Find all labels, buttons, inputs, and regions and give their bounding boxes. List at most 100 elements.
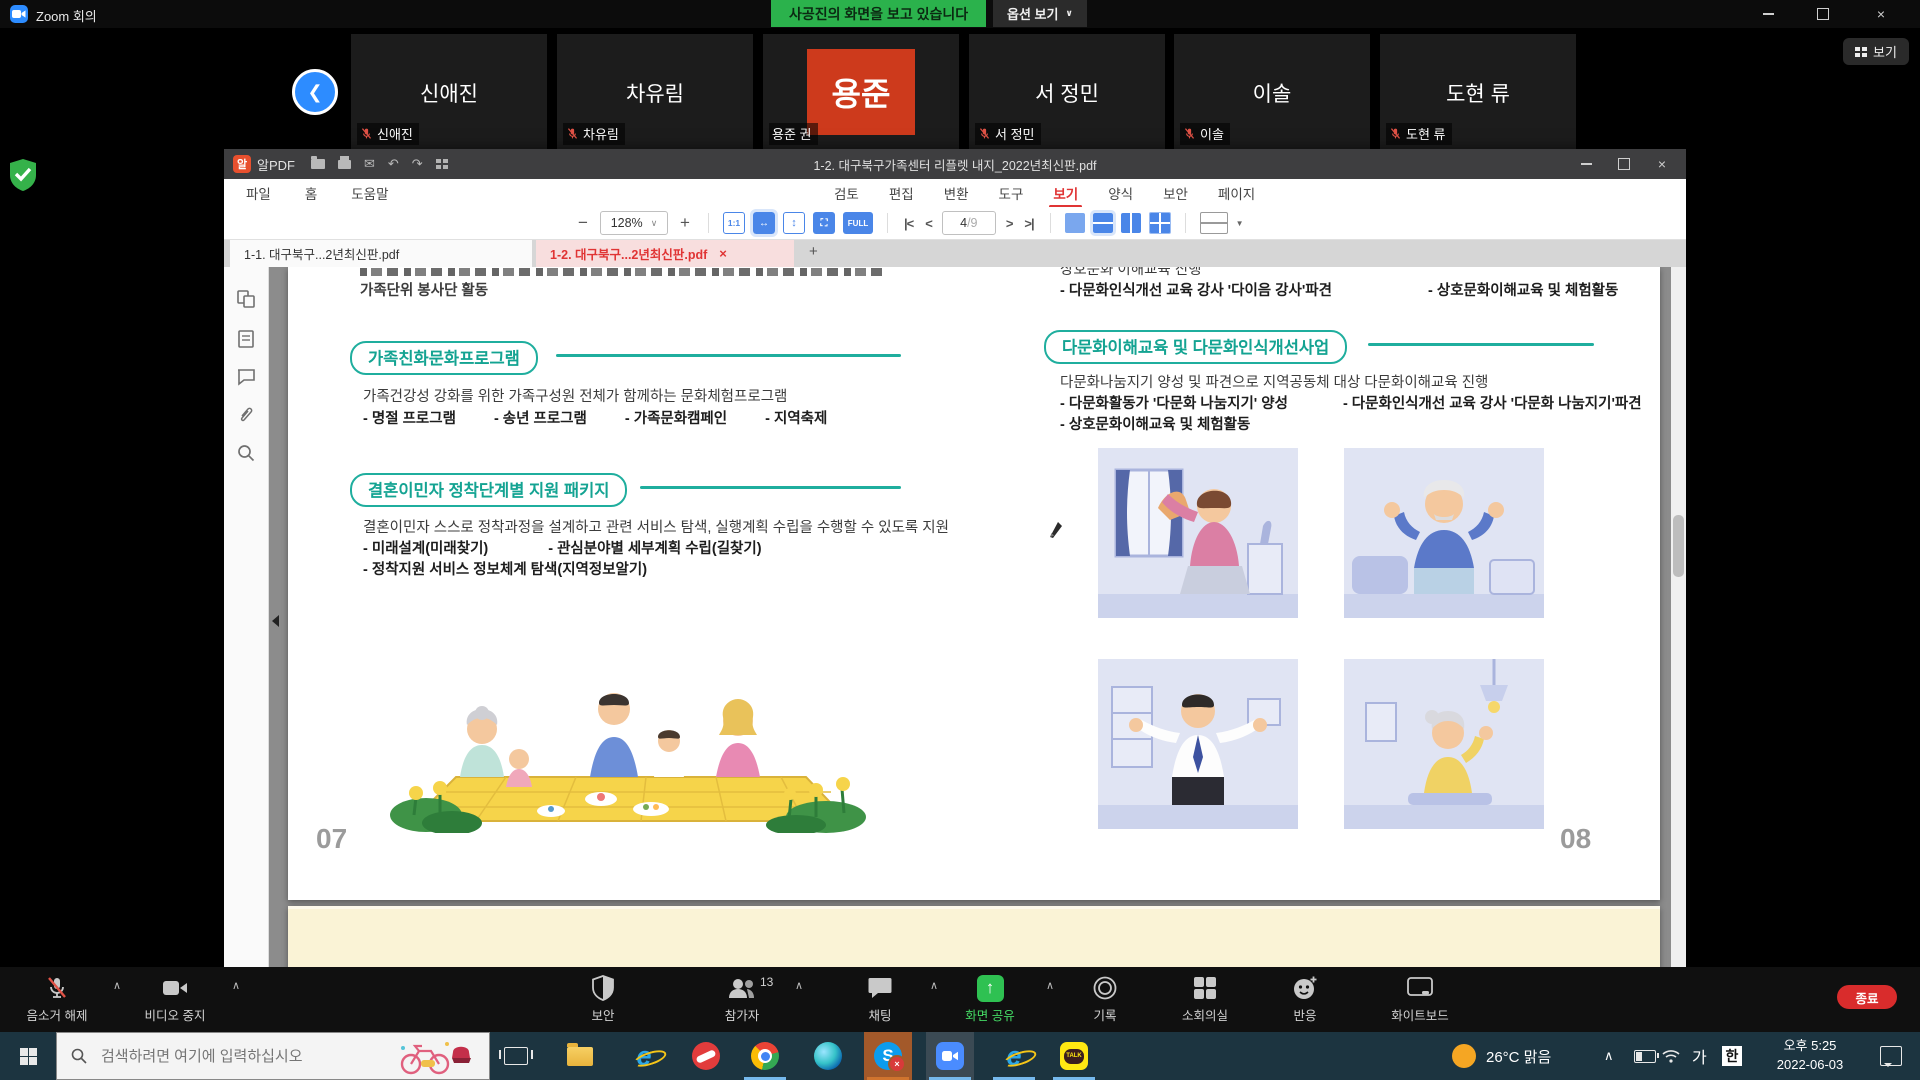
skype-button[interactable]: S×	[864, 1032, 912, 1080]
menu-help[interactable]: 도움말	[349, 183, 390, 203]
close-button[interactable]: ×	[1858, 0, 1904, 28]
next-page-button[interactable]: >	[1004, 216, 1015, 231]
menu-edit[interactable]: 편집	[887, 183, 916, 203]
redo-icon[interactable]: ↷	[412, 156, 423, 172]
share-screen-button[interactable]: ↑ 화면 공유	[942, 973, 1038, 1027]
unmute-button[interactable]: 음소거 해제	[9, 973, 105, 1027]
antivirus-button[interactable]	[682, 1032, 730, 1080]
taskbar-search[interactable]	[56, 1032, 490, 1080]
pdf-minimize-button[interactable]	[1566, 149, 1606, 179]
breakout-rooms-button[interactable]: 소회의실	[1157, 973, 1253, 1027]
pdf-titlebar[interactable]: 알 알PDF ✉ ↶ ↷ 1-2. 대구북구가족센터 리플렛 내지_2022년최…	[224, 149, 1686, 179]
scrollbar-thumb[interactable]	[1673, 515, 1684, 577]
fit-page-button[interactable]: ⛶	[813, 212, 835, 234]
pdf-maximize-button[interactable]	[1604, 149, 1644, 179]
document-tab-active[interactable]: 1-2. 대구북구...2년최신판.pdf ×	[536, 240, 794, 267]
two-page-view-button[interactable]	[1121, 213, 1141, 233]
participant-tile[interactable]: 차유림 차유림	[557, 34, 753, 149]
menu-security[interactable]: 보안	[1161, 183, 1190, 203]
menu-tools[interactable]: 도구	[997, 183, 1026, 203]
network-tray-icon[interactable]	[1662, 1032, 1680, 1080]
internet-explorer-2-button[interactable]: e	[990, 1032, 1038, 1080]
participants-options-chevron[interactable]: ∧	[795, 979, 803, 992]
chrome-button[interactable]	[741, 1032, 789, 1080]
participant-tile[interactable]: 도현 류 도현 류	[1380, 34, 1576, 149]
ime-language-indicator[interactable]: 한	[1722, 1032, 1742, 1080]
kakaotalk-button[interactable]: TALK	[1050, 1032, 1098, 1080]
prev-page-button[interactable]: <	[923, 216, 934, 231]
search-input[interactable]	[99, 1047, 393, 1066]
maximize-button[interactable]	[1800, 0, 1846, 28]
whiteboard-button[interactable]: 화이트보드	[1365, 973, 1475, 1027]
comments-panel-icon[interactable]	[236, 367, 256, 387]
clock-tray-item[interactable]: 오후 5:252022-06-03	[1762, 1032, 1858, 1080]
stop-video-button[interactable]: 비디오 중지	[127, 973, 223, 1027]
menu-view[interactable]: 보기	[1051, 183, 1080, 203]
mic-options-chevron[interactable]: ∧	[113, 979, 121, 992]
reactions-button[interactable]: 반응	[1257, 973, 1353, 1027]
apps-icon[interactable]	[436, 159, 448, 169]
page-number-input[interactable]: 4/9	[942, 211, 996, 235]
gallery-view-button[interactable]: 보기	[1843, 38, 1909, 65]
end-meeting-button[interactable]: 종료	[1837, 985, 1897, 1009]
weather-tray-item[interactable]: 26°C 맑음	[1452, 1032, 1551, 1080]
collapse-strip-button[interactable]: ❮	[292, 69, 338, 115]
task-view-button[interactable]	[492, 1032, 540, 1080]
continuous-view-button[interactable]	[1093, 213, 1113, 233]
zoom-out-button[interactable]: −	[574, 213, 592, 233]
thumbnails-panel-icon[interactable]	[236, 289, 256, 309]
ime-mode-indicator[interactable]: 가	[1692, 1032, 1707, 1080]
menu-pages[interactable]: 페이지	[1216, 183, 1257, 203]
vertical-scrollbar[interactable]	[1671, 267, 1686, 967]
menu-review[interactable]: 검토	[832, 183, 861, 203]
share-options-chevron[interactable]: ∧	[1046, 979, 1054, 992]
open-file-icon[interactable]	[311, 159, 325, 169]
battery-tray-icon[interactable]	[1634, 1032, 1656, 1080]
participant-tile[interactable]: 신애진 신애진	[351, 34, 547, 149]
view-options-button[interactable]: 옵션 보기∨	[993, 0, 1087, 27]
collapse-sidebar-arrow[interactable]	[272, 615, 279, 627]
new-tab-button[interactable]: +	[809, 243, 818, 260]
last-page-button[interactable]: >|	[1022, 216, 1035, 231]
video-options-chevron[interactable]: ∧	[232, 979, 240, 992]
edge-button[interactable]	[804, 1032, 852, 1080]
chat-button[interactable]: 채팅	[832, 973, 928, 1027]
show-hidden-icons[interactable]: ∧	[1604, 1032, 1614, 1080]
record-button[interactable]: 기록	[1057, 973, 1153, 1027]
search-panel-icon[interactable]	[236, 443, 256, 463]
pdf-close-button[interactable]: ×	[1642, 149, 1682, 179]
mail-icon[interactable]: ✉	[364, 156, 375, 172]
security-button[interactable]: 보안	[555, 973, 651, 1027]
action-center-button[interactable]	[1880, 1032, 1902, 1080]
participants-button[interactable]: 참가자 13	[694, 973, 790, 1027]
undo-icon[interactable]: ↶	[388, 156, 399, 172]
grid-view-button[interactable]	[1149, 212, 1171, 234]
attachments-panel-icon[interactable]	[236, 405, 256, 425]
fit-width-button[interactable]: ↔	[753, 212, 775, 234]
minimize-button[interactable]	[1745, 0, 1791, 28]
internet-explorer-button[interactable]: e	[620, 1032, 668, 1080]
menu-convert[interactable]: 변환	[942, 183, 971, 203]
participant-tile[interactable]: 용준 용준 권	[763, 34, 959, 149]
chat-options-chevron[interactable]: ∧	[930, 979, 938, 992]
single-page-view-button[interactable]	[1065, 213, 1085, 233]
start-button[interactable]	[0, 1032, 56, 1080]
zoom-level-select[interactable]: 128%∨	[600, 211, 668, 235]
document-tab[interactable]: 1-1. 대구북구...2년최신판.pdf	[230, 240, 532, 267]
participant-tile[interactable]: 이솔 이솔	[1174, 34, 1370, 149]
participant-tile[interactable]: 서 정민 서 정민	[969, 34, 1165, 149]
actual-size-button[interactable]: 1:1	[723, 212, 745, 234]
zoom-app-button[interactable]	[926, 1032, 974, 1080]
fit-height-button[interactable]: ↕	[783, 212, 805, 234]
menu-forms[interactable]: 양식	[1106, 183, 1135, 203]
first-page-button[interactable]: |<	[902, 216, 915, 231]
zoom-in-button[interactable]: +	[676, 213, 694, 233]
menu-home[interactable]: 홈	[303, 183, 319, 203]
file-explorer-button[interactable]	[556, 1032, 604, 1080]
menu-file[interactable]: 파일	[244, 183, 273, 203]
tab-close-icon[interactable]: ×	[719, 246, 727, 261]
print-icon[interactable]	[338, 160, 351, 169]
layout-options-button[interactable]	[1200, 212, 1228, 234]
bookmarks-panel-icon[interactable]	[236, 329, 256, 349]
fullscreen-button[interactable]: FULL	[843, 212, 873, 234]
